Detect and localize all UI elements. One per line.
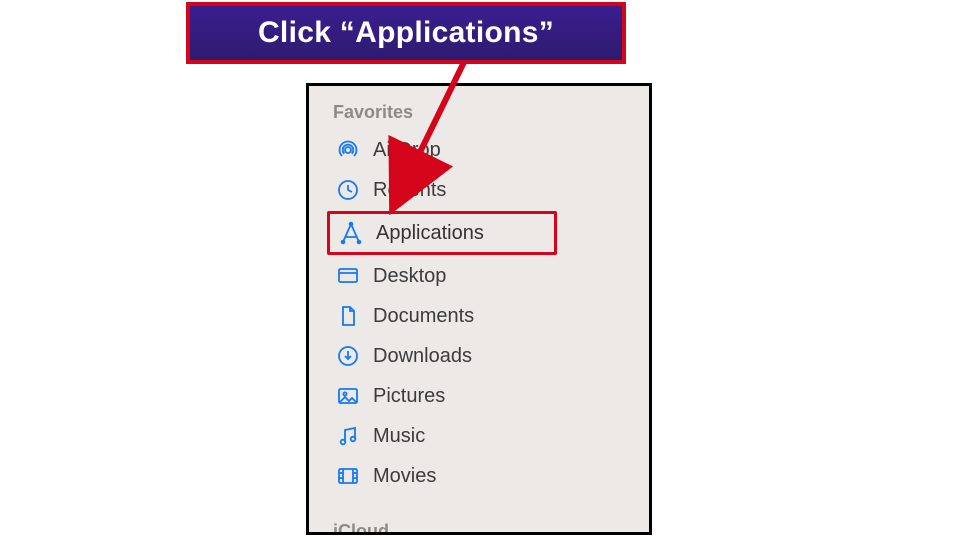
desktop-icon [335, 263, 361, 289]
sidebar-item-label: Pictures [373, 385, 445, 408]
finder-sidebar: Favorites AirDrop Recents [309, 86, 599, 532]
sidebar-item-pictures[interactable]: Pictures [327, 377, 557, 415]
sidebar-item-label: Documents [373, 305, 474, 328]
finder-sidebar-screenshot: Favorites AirDrop Recents [306, 83, 652, 535]
sidebar-item-label: Movies [373, 465, 436, 488]
sidebar-item-downloads[interactable]: Downloads [327, 337, 557, 375]
section-header-icloud: iCloud [333, 521, 593, 535]
sidebar-item-label: Desktop [373, 265, 446, 288]
sidebar-item-applications[interactable]: Applications [327, 211, 557, 255]
sidebar-item-music[interactable]: Music [327, 417, 557, 455]
sidebar-item-recents[interactable]: Recents [327, 171, 557, 209]
music-icon [335, 423, 361, 449]
sidebar-item-airdrop[interactable]: AirDrop [327, 131, 557, 169]
instruction-text: Click “Applications” [258, 16, 554, 50]
section-header-favorites: Favorites [333, 102, 593, 123]
sidebar-item-label: Music [373, 425, 425, 448]
recents-icon [335, 177, 361, 203]
instruction-callout: Click “Applications” [186, 2, 626, 64]
pictures-icon [335, 383, 361, 409]
sidebar-item-label: Applications [376, 222, 484, 245]
finder-content-pane: Se [309, 532, 365, 535]
sidebar-item-movies[interactable]: Movies [327, 457, 557, 495]
documents-icon [335, 303, 361, 329]
airdrop-icon [335, 137, 361, 163]
applications-icon [338, 220, 364, 246]
downloads-icon [335, 343, 361, 369]
sidebar-item-label: Recents [373, 179, 446, 202]
movies-icon [335, 463, 361, 489]
sidebar-item-label: AirDrop [373, 139, 441, 162]
sidebar-item-label: Downloads [373, 345, 472, 368]
sidebar-item-desktop[interactable]: Desktop [327, 257, 557, 295]
sidebar-item-documents[interactable]: Documents [327, 297, 557, 335]
